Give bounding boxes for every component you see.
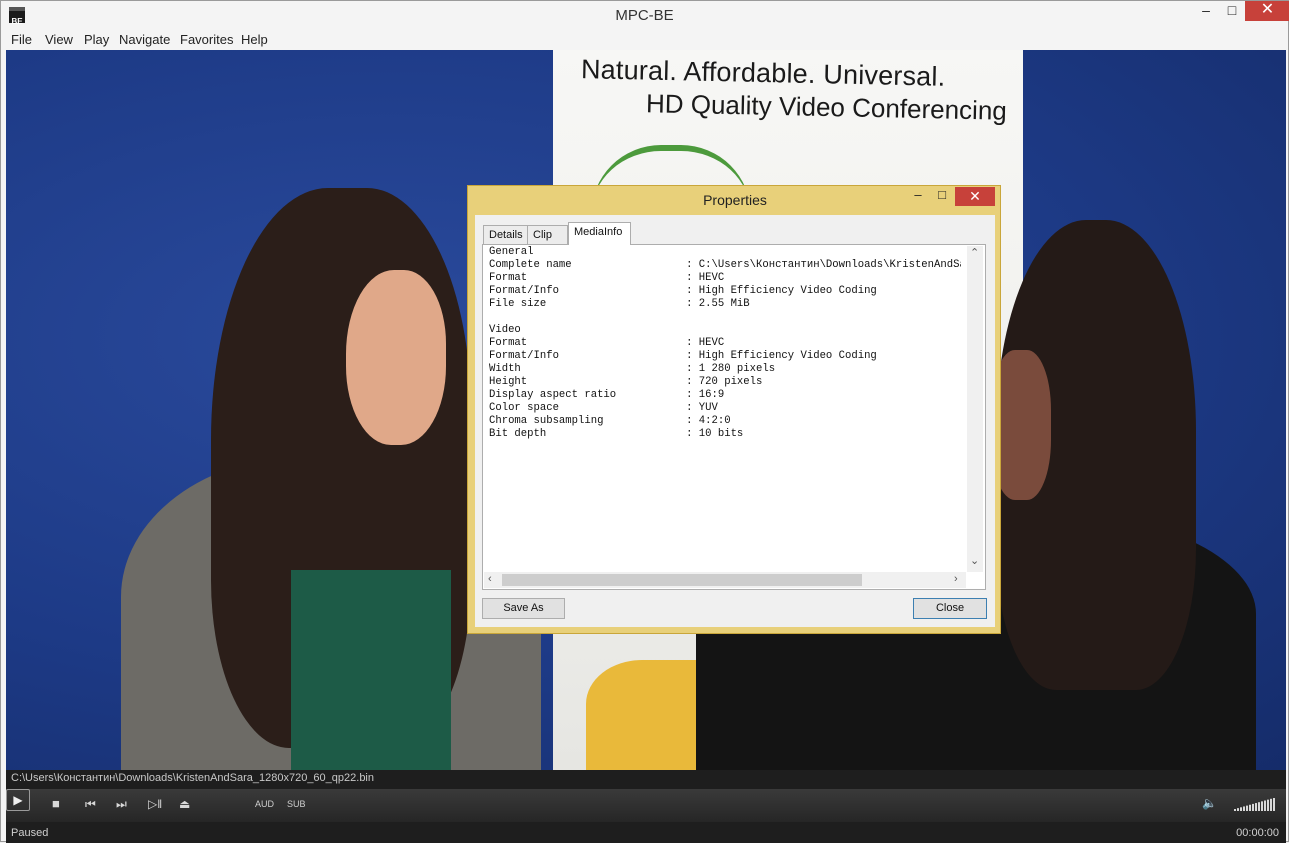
dialog-body: Details Clip MediaInfo General Complete n… (475, 215, 995, 627)
mediainfo-line: Color space : YUV (489, 402, 718, 414)
volume-bar (1267, 799, 1269, 811)
dialog-close-button[interactable]: ✕ (955, 187, 995, 206)
mediainfo-line: Chroma subsampling : 4:2:0 (489, 415, 731, 427)
mediainfo-line: Complete name : C:\Users\Константин\Down… (489, 259, 961, 271)
speaker-icon[interactable]: 🔈 (1202, 796, 1217, 810)
dialog-minimize-button[interactable]: – (906, 187, 930, 205)
volume-bar (1252, 803, 1254, 811)
mediainfo-line: Format : HEVC (489, 337, 725, 349)
volume-bar (1234, 809, 1236, 811)
mpc-be-window: BE MPC-BE – □ ✕ File View Play Navigate … (0, 0, 1289, 843)
close-dialog-button[interactable]: Close (913, 598, 987, 619)
window-title: MPC-BE (615, 7, 674, 24)
mediainfo-text[interactable]: General Complete name : C:\Users\Констант… (489, 246, 961, 574)
menu-file[interactable]: File (11, 32, 32, 47)
dialog-maximize-button[interactable]: □ (930, 187, 954, 205)
volume-bar (1273, 798, 1275, 811)
mediainfo-line: Width : 1 280 pixels (489, 363, 776, 375)
minimize-button[interactable]: – (1193, 1, 1219, 21)
mediainfo-line: Format/Info : High Efficiency Video Codi… (489, 350, 877, 362)
mediainfo-line: Bit depth : 10 bits (489, 428, 744, 440)
volume-bar (1270, 798, 1272, 811)
eject-icon[interactable]: ⏏ (179, 797, 190, 811)
playback-controls: ▶ ■ ⏮ ⏭ ▷‖ ⏏ AUD SUB 🔈 (6, 789, 1286, 822)
volume-bar (1246, 805, 1248, 811)
save-as-button[interactable]: Save As (482, 598, 565, 619)
file-path: C:\Users\Константин\Downloads\KristenAnd… (11, 772, 374, 784)
volume-bar (1255, 803, 1257, 811)
playback-status: Paused (11, 827, 49, 839)
volume-bar (1261, 801, 1263, 811)
stop-icon[interactable]: ■ (52, 796, 60, 811)
mediainfo-line: Format : HEVC (489, 272, 725, 284)
mediainfo-line: General (489, 246, 534, 258)
volume-bar (1264, 800, 1266, 811)
properties-dialog: Properties – □ ✕ Details Clip MediaInfo … (467, 185, 1001, 634)
time-display: 00:00:00 (1236, 827, 1279, 839)
tab-mediainfo[interactable]: MediaInfo (568, 222, 631, 245)
mediainfo-line: Format/Info : High Efficiency Video Codi… (489, 285, 877, 297)
title-bar: BE MPC-BE – □ ✕ (1, 1, 1289, 30)
mediainfo-line: Height : 720 pixels (489, 376, 763, 388)
scroll-left-icon[interactable]: ‹ (488, 573, 492, 585)
volume-bar (1237, 808, 1239, 811)
frame-step-icon[interactable]: ▷‖ (148, 797, 162, 811)
person-left-face (346, 270, 446, 445)
menu-help[interactable]: Help (241, 32, 268, 47)
scroll-up-icon[interactable]: ⌃ (970, 246, 979, 259)
close-button[interactable]: ✕ (1245, 1, 1289, 21)
mediainfo-line (489, 311, 961, 324)
horizontal-scroll-thumb[interactable] (502, 574, 862, 586)
menu-view[interactable]: View (45, 32, 73, 47)
status-bar: Paused 00:00:00 (6, 822, 1286, 843)
volume-bar (1249, 804, 1251, 811)
person-left-shirt (291, 570, 451, 770)
next-icon[interactable]: ⏭ (116, 797, 127, 812)
menu-play[interactable]: Play (84, 32, 109, 47)
tab-clip[interactable]: Clip (527, 225, 568, 245)
maximize-button[interactable]: □ (1219, 1, 1245, 21)
scroll-down-icon[interactable]: ⌄ (970, 554, 979, 567)
mediainfo-line: Display aspect ratio : 16:9 (489, 389, 725, 401)
mediainfo-panel: General Complete name : C:\Users\Констант… (482, 244, 986, 590)
vertical-scrollbar[interactable]: ⌃ ⌄ (967, 246, 983, 572)
audio-track-label[interactable]: AUD (255, 799, 274, 809)
volume-bar (1243, 806, 1245, 811)
previous-icon[interactable]: ⏮ (85, 797, 96, 812)
tab-details[interactable]: Details (483, 225, 528, 245)
subtitle-track-label[interactable]: SUB (287, 799, 306, 809)
menu-bar: File View Play Navigate Favorites Help (6, 30, 1286, 49)
menu-favorites[interactable]: Favorites (180, 32, 233, 47)
volume-bar (1258, 802, 1260, 811)
volume-bar (1240, 807, 1242, 811)
scroll-right-icon[interactable]: › (954, 573, 958, 585)
horizontal-scrollbar[interactable]: ‹ › (484, 572, 966, 588)
file-path-bar: C:\Users\Константин\Downloads\KristenAnd… (6, 770, 1286, 789)
mediainfo-line: Video (489, 324, 521, 336)
menu-navigate[interactable]: Navigate (119, 32, 170, 47)
mediainfo-line: File size : 2.55 MiB (489, 298, 750, 310)
volume-slider[interactable] (1234, 798, 1278, 812)
play-button[interactable]: ▶ (6, 789, 30, 811)
